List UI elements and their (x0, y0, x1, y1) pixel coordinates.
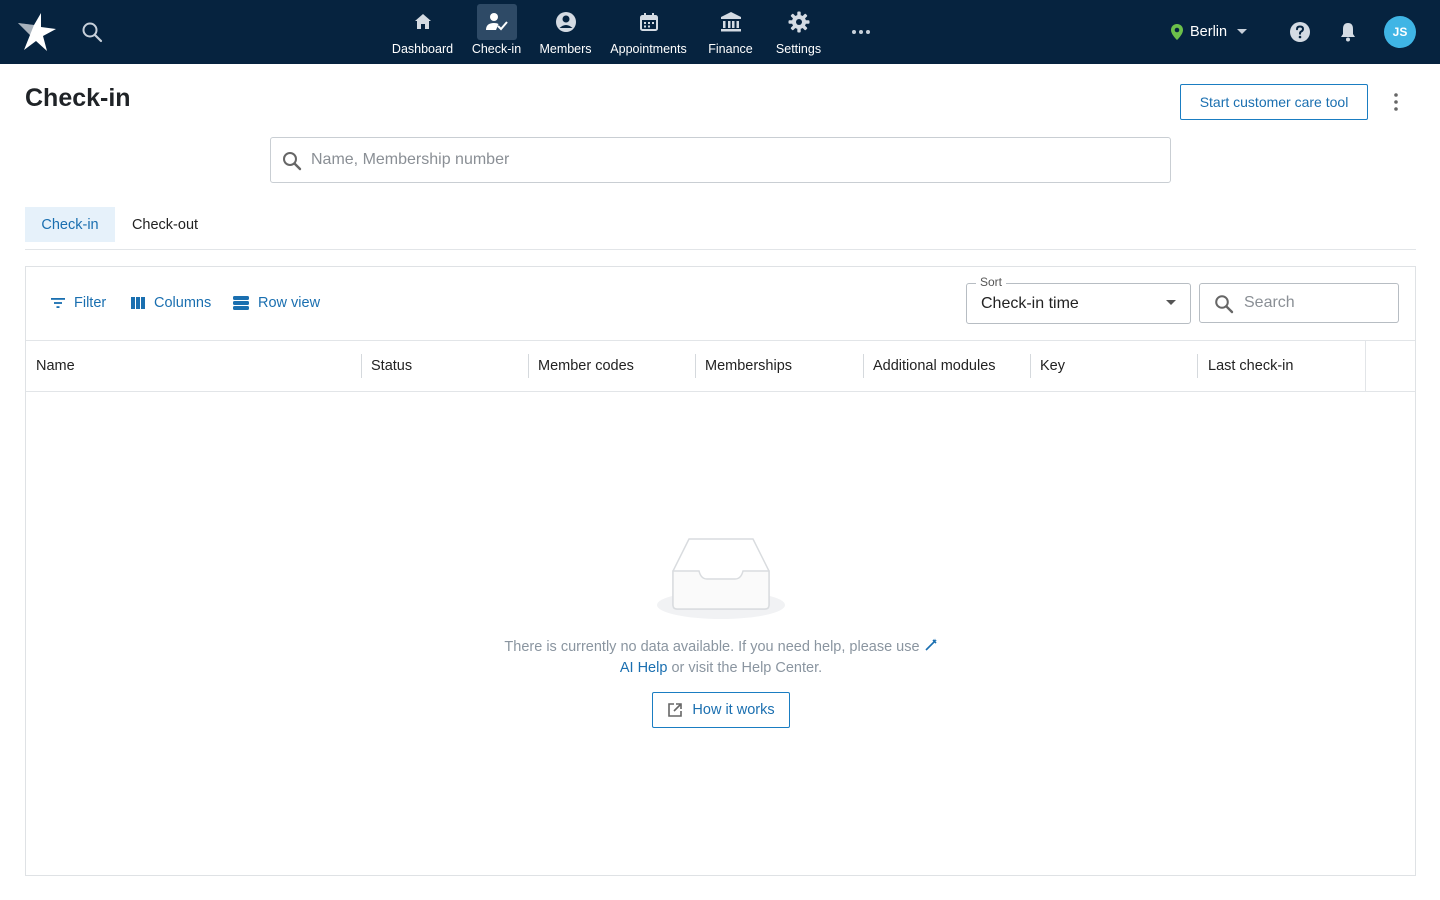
check-in-icon (476, 4, 517, 40)
columns-icon (131, 297, 145, 309)
nav-label: Members (539, 42, 592, 56)
column-header-key[interactable]: Key (1040, 341, 1065, 391)
member-icon (546, 4, 586, 40)
help-icon[interactable] (1288, 20, 1312, 44)
more-vertical-icon (1394, 93, 1398, 111)
nav-item-appointments[interactable]: Appointments (600, 0, 697, 64)
row-view-label: Row view (258, 295, 321, 311)
nav-item-members[interactable]: Members (531, 0, 600, 64)
member-search-field (270, 137, 1171, 183)
column-header-status[interactable]: Status (371, 341, 412, 391)
calendar-icon (629, 4, 669, 40)
filter-button[interactable]: Filter (50, 293, 106, 313)
table-search-input[interactable] (1244, 292, 1389, 314)
sort-label: Sort (976, 275, 1007, 289)
gear-icon (779, 4, 819, 40)
page-menu-button[interactable] (1386, 88, 1406, 116)
logo[interactable] (14, 11, 58, 53)
table-search-field (1199, 283, 1399, 323)
start-customer-care-button[interactable]: Start customer care tool (1180, 84, 1368, 120)
bank-icon (711, 4, 751, 40)
column-divider[interactable] (528, 354, 529, 378)
sort-value: Check-in time (981, 295, 1079, 312)
empty-text-before: There is currently no data available. If… (504, 639, 920, 655)
columns-label: Columns (154, 295, 212, 311)
nav-label: Settings (775, 42, 822, 56)
filter-icon (51, 298, 65, 308)
empty-inbox-illustration (657, 538, 785, 619)
avatar[interactable]: JS (1384, 16, 1416, 48)
empty-state-message: There is currently no data available. If… (496, 637, 946, 679)
search-icon (283, 152, 302, 171)
nav-item-finance[interactable]: Finance (697, 0, 764, 64)
main-nav: Dashboard Check-in Members Appointments … (383, 0, 833, 64)
magic-wand-icon (925, 638, 937, 651)
member-search-input[interactable] (311, 146, 1151, 174)
how-it-works-label: How it works (692, 702, 775, 718)
more-horizontal-icon (852, 30, 870, 34)
location-selector[interactable]: Berlin (1170, 20, 1248, 44)
check-in-table-panel: Filter Columns Row view Sort Check-in ti… (25, 266, 1416, 876)
nav-label: Finance (708, 42, 753, 56)
tab-check-out[interactable]: Check-out (115, 207, 215, 242)
column-header-name[interactable]: Name (36, 341, 75, 391)
external-link-icon (668, 703, 683, 717)
nav-label: Appointments (610, 42, 687, 56)
column-divider[interactable] (1197, 354, 1198, 378)
column-header-additional-modules[interactable]: Additional modules (873, 341, 996, 391)
page-title: Check-in (25, 84, 131, 112)
nav-item-settings[interactable]: Settings (764, 0, 833, 64)
ai-help-label: AI Help (619, 660, 668, 676)
column-divider[interactable] (361, 354, 362, 378)
column-divider (1365, 341, 1366, 391)
bell-icon[interactable] (1336, 20, 1360, 44)
table-header: Name Status Member codes Memberships Add… (26, 340, 1415, 392)
tab-bar: Check-in Check-out (25, 207, 1416, 250)
column-header-member-codes[interactable]: Member codes (538, 341, 634, 391)
row-view-icon (233, 296, 249, 310)
location-pin-icon (1171, 24, 1183, 40)
caret-down-icon (1237, 29, 1248, 34)
sort-select[interactable]: Sort Check-in time (966, 275, 1191, 324)
column-divider[interactable] (863, 354, 864, 378)
columns-button[interactable]: Columns (130, 293, 211, 313)
nav-label: Check-in (471, 42, 522, 56)
tab-check-in[interactable]: Check-in (25, 207, 115, 242)
nav-item-check-in[interactable]: Check-in (462, 0, 531, 64)
nav-item-dashboard[interactable]: Dashboard (383, 0, 462, 64)
empty-text-after: or visit the Help Center. (671, 660, 823, 676)
caret-down-icon (1166, 300, 1176, 305)
top-navigation-bar: Dashboard Check-in Members Appointments … (0, 0, 1440, 64)
search-icon (1215, 295, 1234, 314)
location-label: Berlin (1190, 24, 1228, 40)
row-view-button[interactable]: Row view (232, 293, 320, 313)
column-header-last-check-in[interactable]: Last check-in (1208, 341, 1293, 391)
filter-label: Filter (74, 295, 107, 311)
column-header-memberships[interactable]: Memberships (705, 341, 792, 391)
search-icon[interactable] (80, 20, 104, 44)
how-it-works-button[interactable]: How it works (652, 692, 790, 728)
home-icon (403, 4, 443, 40)
more-nav-button[interactable] (848, 20, 874, 44)
column-divider[interactable] (695, 354, 696, 378)
column-divider[interactable] (1030, 354, 1031, 378)
nav-label: Dashboard (391, 42, 454, 56)
